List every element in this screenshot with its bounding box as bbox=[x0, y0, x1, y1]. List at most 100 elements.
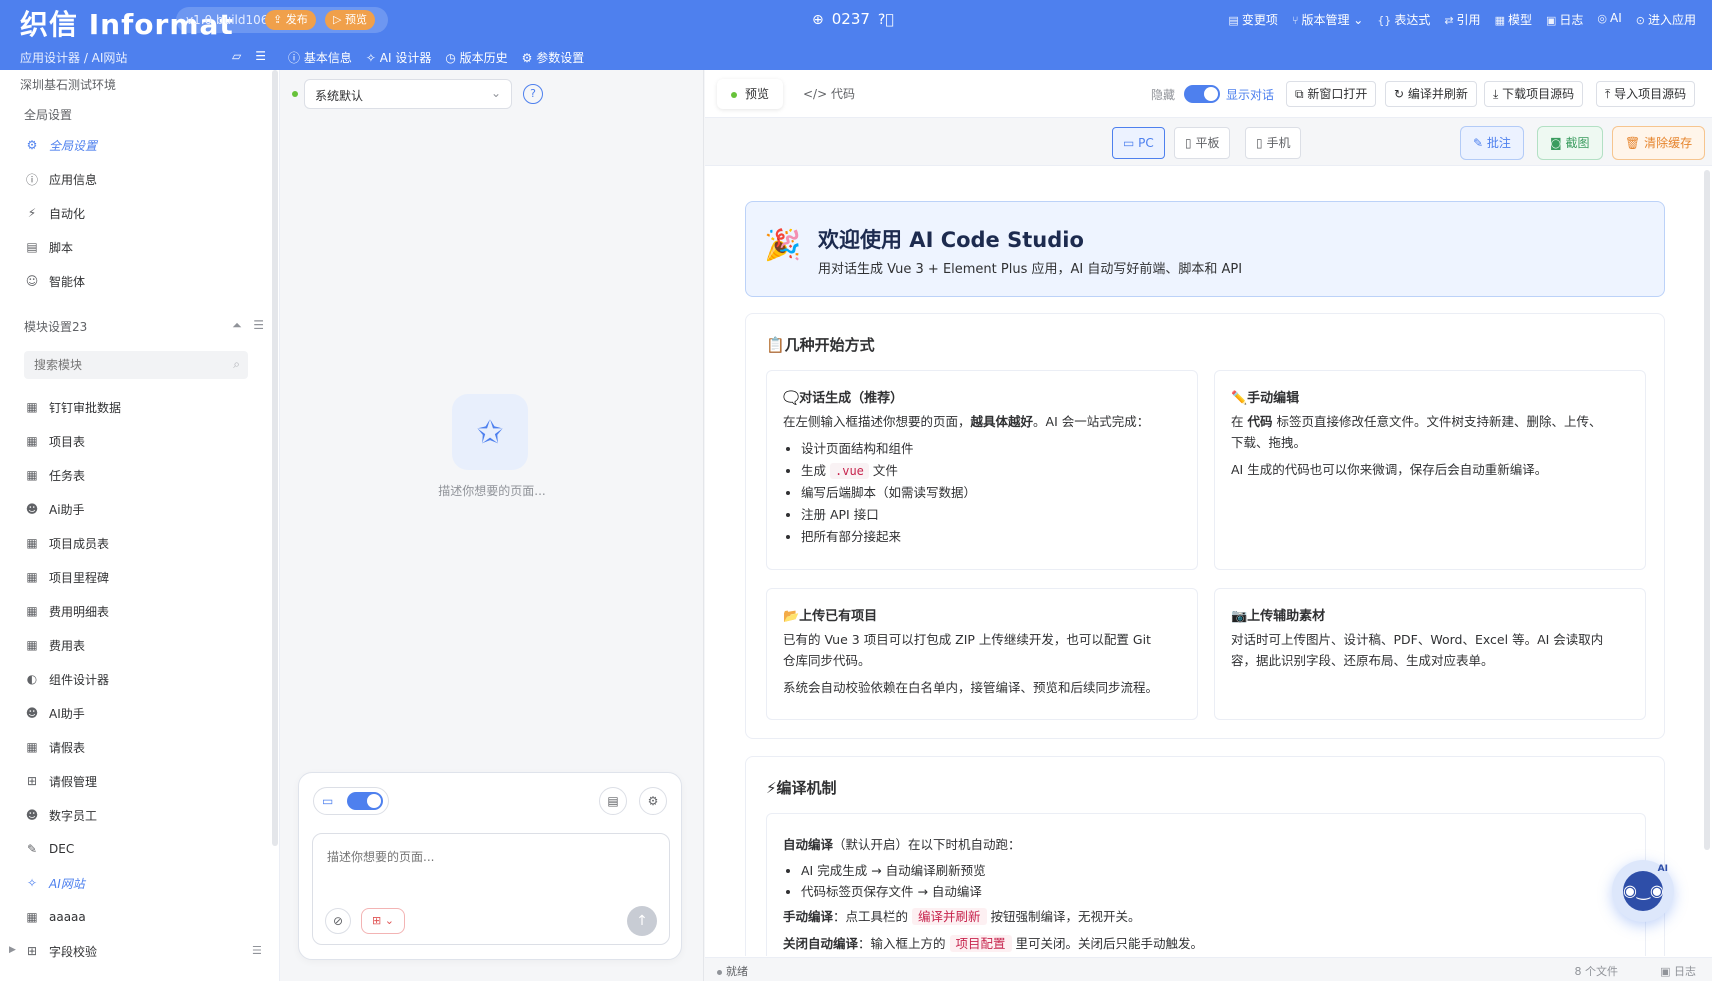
robot-icon: ◉‿◉ bbox=[1623, 871, 1664, 911]
sidebar-item-module[interactable]: ▦ 请假表 bbox=[24, 735, 85, 759]
tab-param-settings[interactable]: ⚙ 参数设置 bbox=[522, 49, 585, 70]
sidebar-item-module[interactable]: ⊞ 请假管理 bbox=[24, 769, 97, 793]
welcome-title: 欢迎使用 AI Code Studio bbox=[818, 228, 1084, 252]
sidebar-item-module[interactable]: ☻ AI助手 bbox=[24, 701, 85, 725]
sidebar-item-module[interactable]: ✎ DEC bbox=[24, 837, 74, 861]
preview-button[interactable]: ▷ 预览 bbox=[325, 10, 375, 30]
top-action-changes[interactable]: ▤ 变更项 bbox=[1228, 11, 1277, 28]
top-action-reference[interactable]: ⇄ 引用 bbox=[1444, 11, 1480, 28]
sidebar-item-module[interactable]: ▦ 任务表 bbox=[24, 463, 85, 487]
welcome-subtitle: 用对话生成 Vue 3 + Element Plus 应用，AI 自动写好前端、… bbox=[818, 262, 1243, 277]
changes-icon: ▤ bbox=[1228, 14, 1239, 27]
device-pc-button[interactable]: ▭ PC bbox=[1112, 127, 1165, 159]
clear-cache-button[interactable]: 🗑 清除缓存 bbox=[1612, 126, 1706, 160]
sidebar-item-automation[interactable]: ⚡ 自动化 bbox=[24, 201, 85, 225]
tablet-icon: ▯ bbox=[1185, 136, 1192, 150]
info-icon: ⓘ bbox=[288, 51, 301, 65]
collapse-icon[interactable]: ⏶ bbox=[232, 318, 242, 332]
top-action-model[interactable]: ▦ 模型 bbox=[1495, 11, 1532, 28]
log-icon: ▣ bbox=[1545, 14, 1557, 27]
tab-code[interactable]: </> 代码 bbox=[789, 79, 869, 109]
environment-name: 深圳基石测试环境 bbox=[20, 78, 117, 92]
sidebar-item-module[interactable]: ▦ 项目表 bbox=[24, 429, 85, 453]
settings-button[interactable]: ⚙ bbox=[639, 787, 667, 815]
search-icon[interactable]: ⌕ bbox=[233, 357, 240, 372]
status-log-button[interactable]: ▣ 日志 bbox=[1660, 963, 1696, 979]
status-dot bbox=[292, 91, 298, 97]
sidebar-item-module[interactable]: ☻ Ai助手 bbox=[24, 497, 85, 521]
top-action-ai[interactable]: ◎ AI bbox=[1597, 11, 1621, 28]
tab-ai-designer[interactable]: ✧ AI 设计器 bbox=[361, 49, 436, 75]
sidebar-item-module[interactable]: ▦ 项目里程碑 bbox=[24, 565, 109, 589]
module-search-input[interactable] bbox=[34, 356, 214, 374]
document-button[interactable]: ▤ bbox=[599, 787, 627, 815]
table-icon: ▦ bbox=[26, 638, 38, 652]
sidebar-item-module[interactable]: ▦ 费用明细表 bbox=[24, 599, 109, 623]
top-action-enter-app[interactable]: ⊙ 进入应用 bbox=[1636, 11, 1696, 28]
attach-button[interactable]: ⊘ bbox=[325, 908, 351, 934]
outline-icon[interactable]: ☰ bbox=[255, 49, 266, 63]
sidebar-scrollbar[interactable] bbox=[272, 70, 278, 846]
file-count: 8 个文件 bbox=[1574, 965, 1619, 978]
module-search: ⌕ bbox=[24, 351, 248, 379]
top-action-versions[interactable]: ⑂ 版本管理 ⌄ bbox=[1292, 11, 1363, 28]
preview-scrollbar[interactable] bbox=[1704, 170, 1710, 850]
model-select[interactable]: 系统默认 ⌄ bbox=[304, 79, 512, 109]
sidebar-item-module[interactable]: ⊞ 字段校验 bbox=[24, 939, 97, 963]
tab-basic-info[interactable]: ⓘ 基本信息 bbox=[288, 49, 352, 70]
ways-section: 📋几种开始方式 🗨️对话生成（推荐） 在左侧输入框描述你想要的页面，越具体越好。… bbox=[745, 313, 1665, 739]
send-button[interactable]: ↑ bbox=[627, 906, 657, 936]
ai-assistant-button[interactable]: ◉‿◉ AI bbox=[1612, 860, 1674, 922]
expand-arrow-icon[interactable]: ▶ bbox=[9, 945, 16, 955]
device-phone-button[interactable]: ▯ 手机 bbox=[1245, 127, 1302, 159]
sidebar-item-module[interactable]: ▦ 钉钉审批数据 bbox=[24, 395, 121, 419]
sidebar-item-app-info[interactable]: ⓘ 应用信息 bbox=[24, 167, 97, 191]
sidebar-item-global-settings[interactable]: ⚙ 全局设置 bbox=[24, 133, 97, 157]
list-item: 把所有部分接起来 bbox=[801, 526, 976, 548]
table-icon: ▦ bbox=[26, 570, 38, 584]
sidebar-item-ai-website[interactable]: ✧ AI网站 bbox=[24, 871, 85, 895]
preview-toolbar: 预览 </> 代码 隐藏 显示对话 ⧉ 新窗口打开 ↻ 编译并刷新 ⤓ 下载项目… bbox=[705, 70, 1712, 118]
device-bar: ▭ PC ▯ 平板 ▯ 手机 ✎ 批注 ◙ 截图 🗑 清除缓存 bbox=[705, 118, 1712, 166]
table-icon: ▦ bbox=[26, 910, 38, 924]
paperclip-icon: ⊘ bbox=[332, 914, 344, 928]
show-chat-switch[interactable] bbox=[1184, 85, 1220, 103]
open-new-window-button[interactable]: ⧉ 新窗口打开 bbox=[1286, 81, 1377, 107]
note-icon[interactable]: ▱ bbox=[232, 49, 241, 63]
question-icon[interactable]: ? bbox=[523, 84, 543, 104]
tab-preview[interactable]: 预览 bbox=[717, 79, 784, 109]
template-button[interactable]: ⊞ ⌄ bbox=[361, 908, 405, 934]
screenshot-button[interactable]: ◙ 截图 bbox=[1537, 126, 1603, 160]
gear-icon: ⚙ bbox=[647, 794, 659, 808]
sidebar-item-module[interactable]: ☻ 数字员工 bbox=[24, 803, 97, 827]
top-action-expression[interactable]: {} 表达式 bbox=[1377, 11, 1430, 28]
sidebar-item-module[interactable]: ▦ 项目成员表 bbox=[24, 531, 109, 555]
compile-auto-line: 自动编译（默认开启）在以下时机自动跑： bbox=[783, 837, 1021, 852]
robot-icon: ☻ bbox=[25, 706, 39, 720]
tab-version-history[interactable]: ◷ 版本历史 bbox=[445, 49, 507, 70]
sidebar-item-agent[interactable]: ☺ 智能体 bbox=[24, 269, 85, 293]
sidebar-item-module[interactable]: ▦ aaaaa bbox=[24, 905, 85, 929]
sidebar-item-module[interactable]: ◐ 组件设计器 bbox=[24, 667, 109, 691]
monitor-icon: ▭ bbox=[1123, 136, 1135, 150]
publish-button[interactable]: ⇪ 发布 bbox=[265, 10, 316, 30]
list-icon[interactable]: ☰ bbox=[253, 318, 264, 332]
help-icon[interactable]: ?⃝ bbox=[878, 12, 894, 28]
sidebar-item-module[interactable]: ▦ 费用表 bbox=[24, 633, 85, 657]
sidebar-item-script[interactable]: ▤ 脚本 bbox=[24, 235, 73, 259]
download-source-button[interactable]: ⤓ 下载项目源码 bbox=[1484, 81, 1584, 107]
top-action-log[interactable]: ▣ 日志 bbox=[1546, 11, 1583, 28]
annotate-button[interactable]: ✎ 批注 bbox=[1460, 126, 1524, 160]
compile-refresh-button[interactable]: ↻ 编译并刷新 bbox=[1385, 81, 1477, 107]
chevron-down-icon: ⌄ bbox=[490, 86, 501, 100]
module-settings-header: 模块设置23 ⏶ ☰ bbox=[24, 318, 264, 335]
mode-switch[interactable] bbox=[347, 792, 383, 810]
device-tablet-button[interactable]: ▯ 平板 bbox=[1174, 127, 1231, 159]
global-settings-title: 全局设置 bbox=[24, 108, 73, 122]
compile-section: ⚡编译机制 自动编译（默认开启）在以下时机自动跑： AI 完成生成 → 自动编译… bbox=[745, 756, 1665, 956]
prompt-input[interactable] bbox=[327, 848, 647, 888]
filter-icon[interactable]: ☰ bbox=[252, 944, 262, 957]
import-source-button[interactable]: ⤒ 导入项目源码 bbox=[1596, 81, 1696, 107]
top-bar: 织信 Informat v1.0 build106 ⇪ 发布 ▷ 预览 ⊕ 023… bbox=[0, 0, 1712, 75]
folder-icon: ⊞ bbox=[26, 944, 38, 958]
